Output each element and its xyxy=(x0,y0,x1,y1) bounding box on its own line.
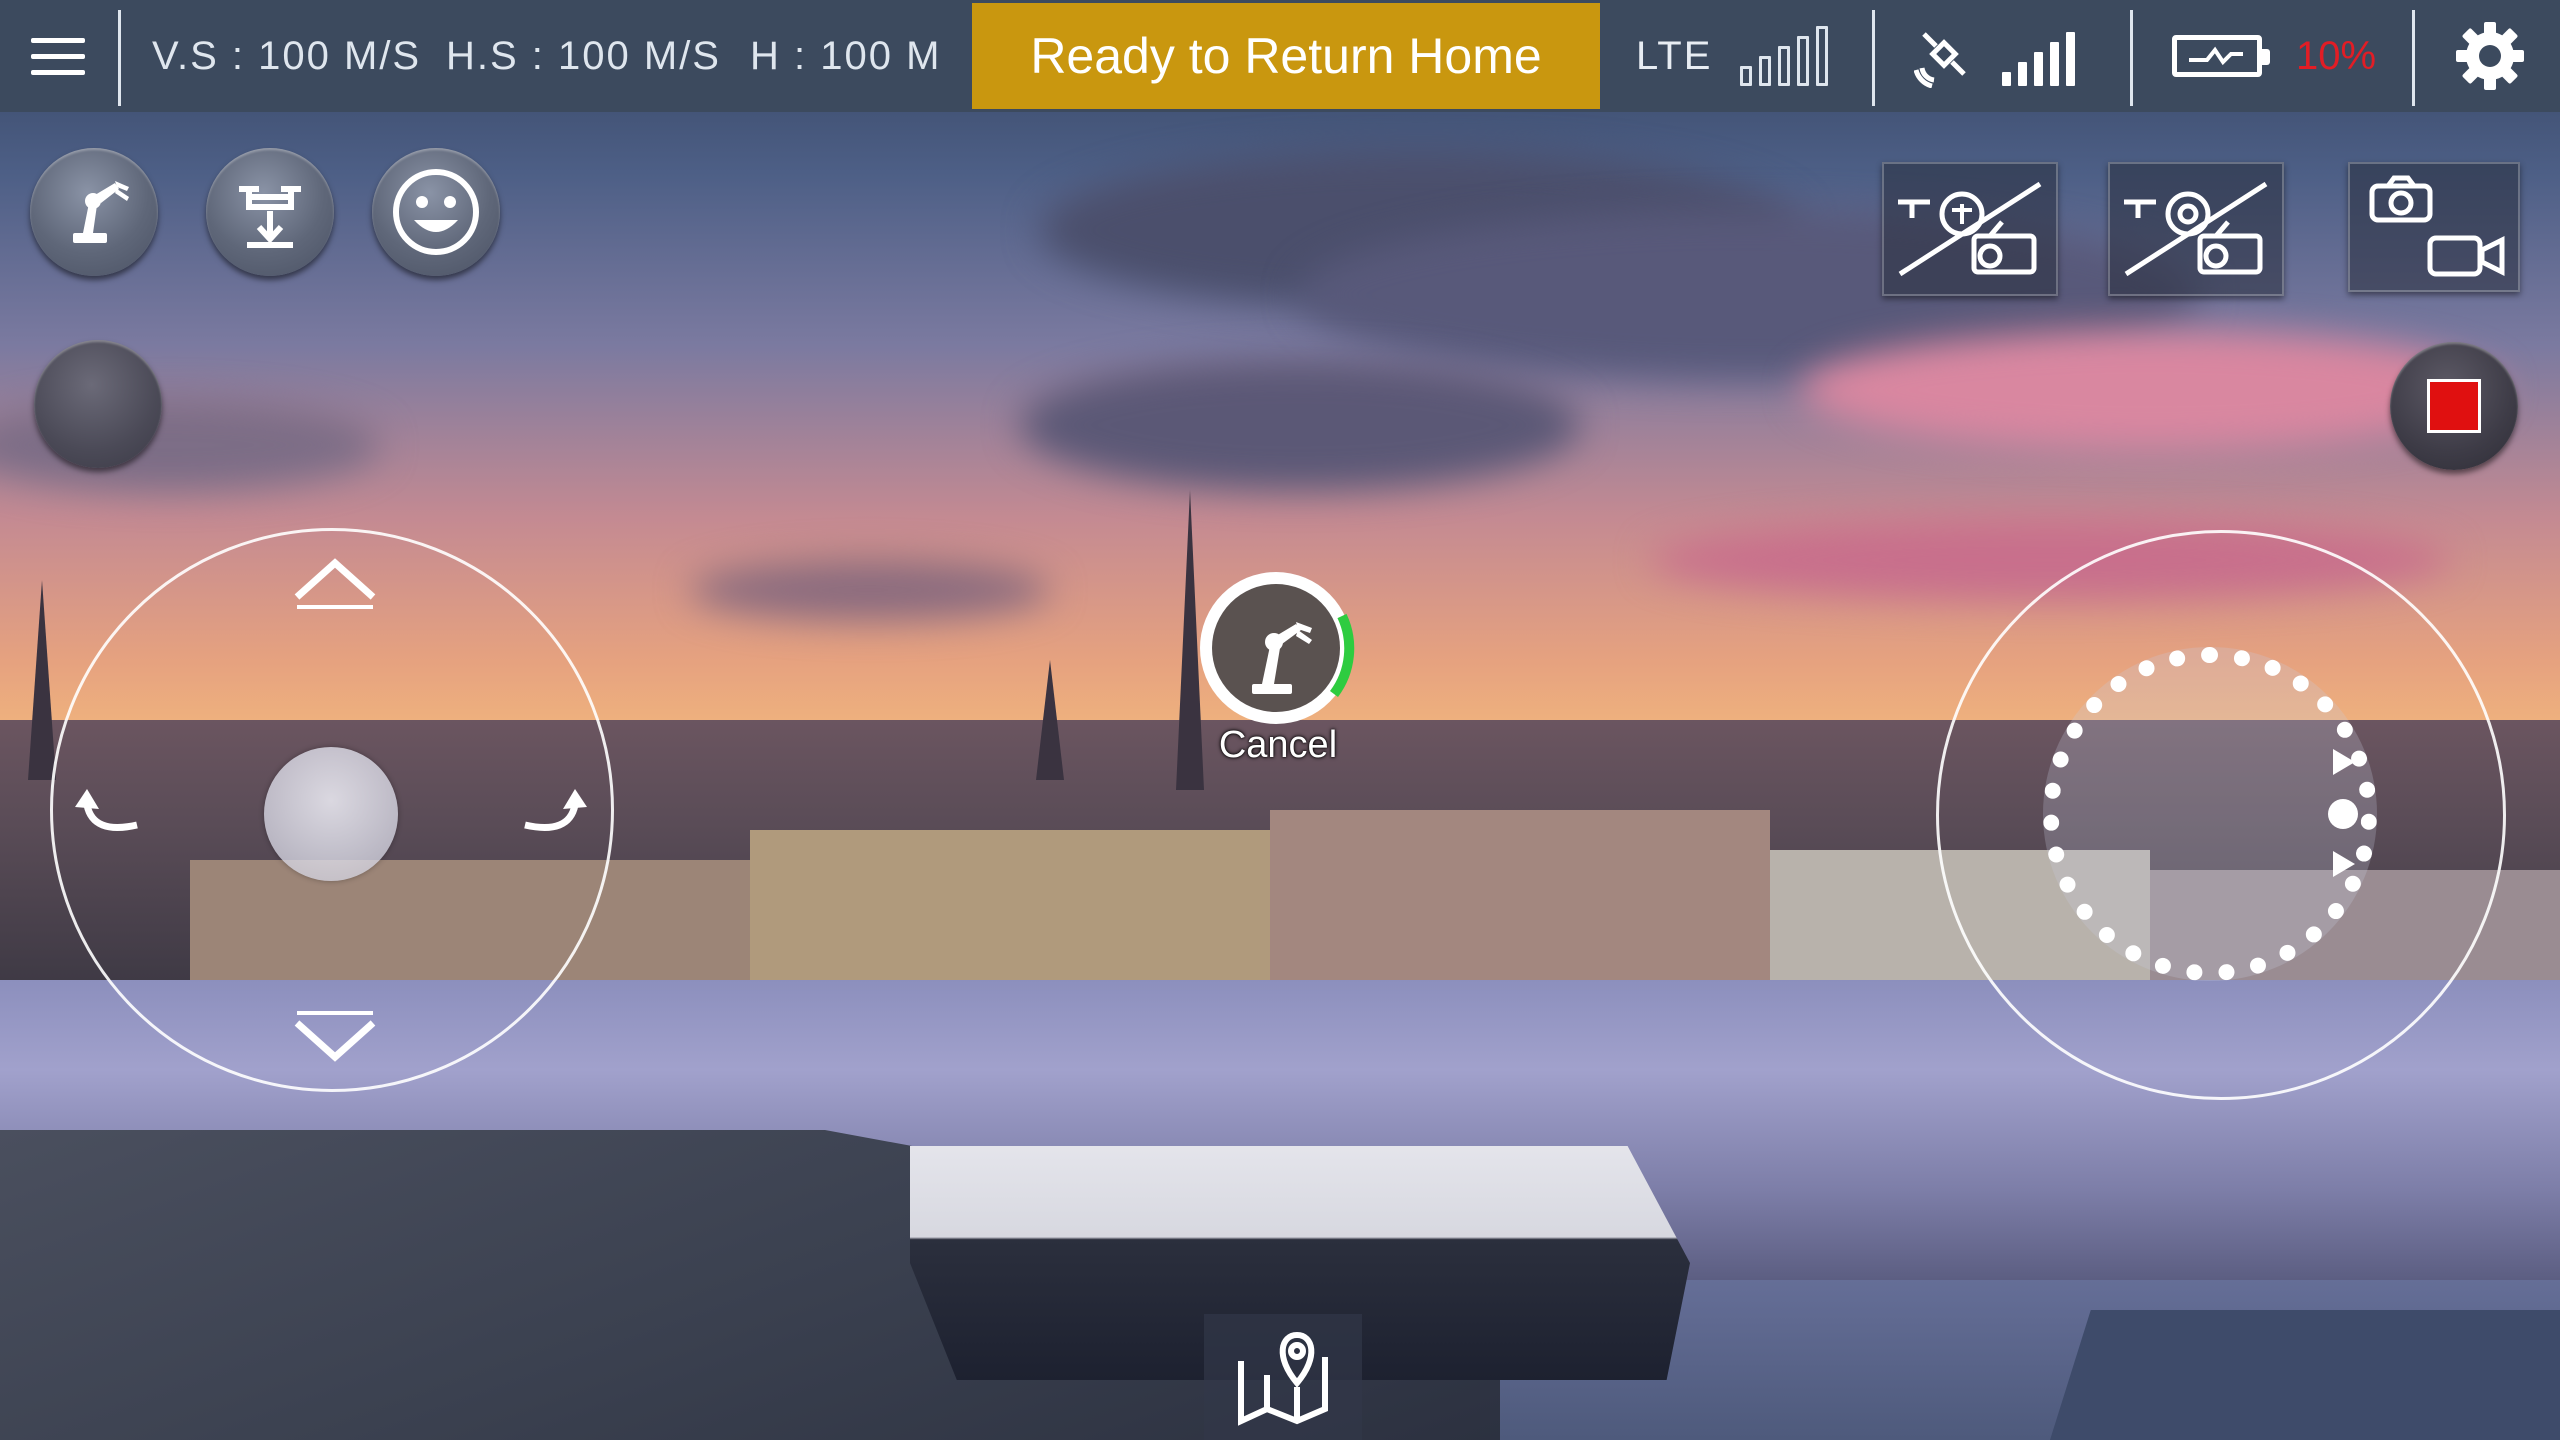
gimbal-joystick[interactable] xyxy=(1936,530,2506,1100)
cancel-return-button[interactable] xyxy=(1196,566,1360,730)
robot-arm-icon xyxy=(73,181,129,243)
camera-video-toggle[interactable] xyxy=(2348,162,2520,292)
lte-signal-icon xyxy=(1740,0,1828,112)
rotate-left-icon xyxy=(75,789,138,831)
play-arrow-icon xyxy=(2333,851,2355,877)
battery-icon xyxy=(2172,0,2270,112)
chevron-down-icon xyxy=(294,1011,376,1062)
face-tracking-button[interactable] xyxy=(372,148,500,276)
divider xyxy=(1872,10,1875,106)
network-label: LTE xyxy=(1636,33,1713,78)
horizontal-speed: H.S : 100 M/S xyxy=(446,33,721,78)
gimbal-position-dot xyxy=(2328,799,2358,829)
drone-controller-swap-button[interactable] xyxy=(1882,162,2058,296)
return-home-banner[interactable]: Ready to Return Home xyxy=(972,3,1600,109)
throttle-yaw-joystick[interactable] xyxy=(50,528,614,1092)
drone-controller-swap-icon xyxy=(1898,181,2042,277)
divider xyxy=(2412,10,2415,106)
satellite-icon xyxy=(1914,0,1978,112)
status-bar: V.S : 100 M/S H.S : 100 M/S H : 100 M Re… xyxy=(0,0,2560,112)
rotate-right-icon xyxy=(524,789,587,831)
drone-camera-swap-button[interactable] xyxy=(2108,162,2284,296)
battery-percent: 10% xyxy=(2296,33,2377,78)
blank-button[interactable] xyxy=(34,340,162,468)
record-stop-icon xyxy=(2427,379,2481,433)
play-arrow-icon xyxy=(2333,749,2355,775)
drone-land-button[interactable] xyxy=(206,148,334,276)
divider xyxy=(2130,10,2133,106)
smiley-icon xyxy=(393,169,479,255)
gimbal-dial[interactable] xyxy=(2043,647,2377,981)
height-readout: H : 100 M xyxy=(750,33,942,78)
joystick-thumb[interactable] xyxy=(264,747,398,881)
record-button[interactable] xyxy=(2390,342,2518,470)
menu-icon[interactable] xyxy=(30,0,86,112)
cancel-label[interactable]: Cancel xyxy=(1180,724,1376,767)
settings-icon[interactable] xyxy=(2452,0,2528,112)
video-icon[interactable] xyxy=(2426,232,2506,280)
divider xyxy=(118,10,121,106)
camera-icon[interactable] xyxy=(2368,174,2434,224)
gps-signal-icon xyxy=(2002,0,2075,112)
robot-arm-button[interactable] xyxy=(30,148,158,276)
map-icon xyxy=(1238,1331,1328,1426)
drone-camera-swap-icon xyxy=(2124,181,2268,277)
drone-land-icon xyxy=(239,186,301,248)
chevron-up-icon xyxy=(294,558,376,609)
vertical-speed: V.S : 100 M/S xyxy=(152,33,422,78)
map-button[interactable] xyxy=(1204,1314,1362,1440)
